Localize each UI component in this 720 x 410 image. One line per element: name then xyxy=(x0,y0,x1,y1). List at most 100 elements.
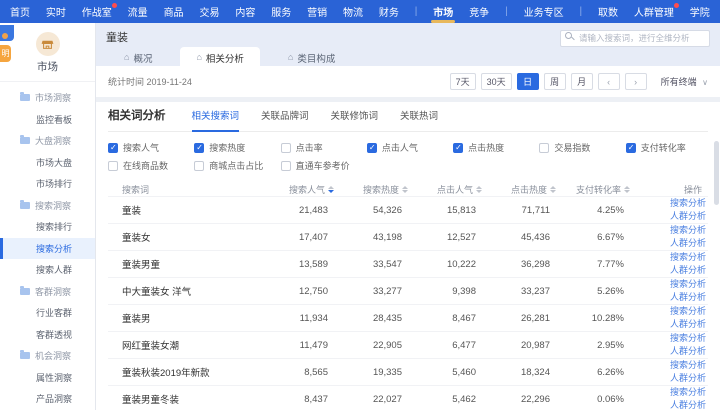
sidebar-item-label: 行业客群 xyxy=(36,306,72,319)
keyword-cell[interactable]: 童装男 xyxy=(108,311,276,325)
sidebar-item[interactable]: 市场大盘 xyxy=(0,152,95,174)
metric-checkbox[interactable]: 点击人气 xyxy=(367,141,449,154)
search-analysis-link[interactable]: 搜索分析 xyxy=(670,306,706,317)
sidebar-item[interactable]: 搜索人群 xyxy=(0,259,95,281)
sidebar-item[interactable]: 搜索排行 xyxy=(0,216,95,238)
panel-tab[interactable]: 关联热词 xyxy=(400,108,438,131)
terminal-dropdown[interactable]: 所有终端 ∨ xyxy=(661,75,708,88)
nav-item[interactable]: 实时 xyxy=(46,0,66,23)
search-input[interactable] xyxy=(560,30,710,47)
col-pay-conversion[interactable]: 支付转化率 xyxy=(572,183,646,196)
keyword-cell[interactable]: 中大童装女 洋气 xyxy=(108,284,276,298)
date-range-button[interactable]: 月 xyxy=(571,73,593,90)
nav-item[interactable]: 取数 xyxy=(598,0,618,23)
metric-checkbox[interactable]: 搜索人气 xyxy=(108,141,190,154)
crowd-analysis-link[interactable]: 人群分析 xyxy=(670,346,706,357)
nav-item[interactable]: 人群管理 xyxy=(634,0,674,23)
nav-item[interactable]: 交易 xyxy=(199,0,219,23)
search-analysis-link[interactable]: 搜索分析 xyxy=(670,252,706,263)
click-heat-value: 18,324 xyxy=(498,367,572,378)
sidebar-item[interactable]: 产品洞察 xyxy=(0,388,95,410)
search-analysis-link[interactable]: 搜索分析 xyxy=(670,225,706,236)
keyword-tab[interactable]: ⌂ 相关分析 xyxy=(180,47,259,69)
crowd-analysis-link[interactable]: 人群分析 xyxy=(670,373,706,384)
keyword-cell[interactable]: 童装 xyxy=(108,203,276,217)
sort-icon[interactable] xyxy=(550,186,556,193)
keyword-cell[interactable]: 童装女 xyxy=(108,230,276,244)
crowd-analysis-link[interactable]: 人群分析 xyxy=(670,211,706,222)
panel-tab[interactable]: 关联修饰词 xyxy=(331,108,379,131)
keyword-cell[interactable]: 童装男童冬装 xyxy=(108,392,276,406)
metric-checkbox[interactable]: 点击率 xyxy=(281,141,363,154)
crowd-analysis-link[interactable]: 人群分析 xyxy=(670,400,706,410)
date-range-button[interactable]: ‹ xyxy=(598,73,620,90)
keyword-cell[interactable]: 童装男童 xyxy=(108,257,276,271)
nav-item[interactable]: 物流 xyxy=(343,0,363,23)
tab-icon: ⌂ xyxy=(124,53,129,62)
nav-item[interactable]: 学院 xyxy=(690,0,710,23)
sidebar-item-label: 属性洞察 xyxy=(36,371,72,384)
sort-icon[interactable] xyxy=(476,186,482,193)
nav-item[interactable]: 商品 xyxy=(164,0,184,23)
actions-cell: 搜索分析 人群分析 xyxy=(646,387,708,410)
nav-item[interactable]: 内容 xyxy=(235,0,255,23)
metric-checkbox[interactable]: 交易指数 xyxy=(539,141,621,154)
nav-item[interactable]: 首页 xyxy=(10,0,30,23)
nav-item[interactable]: 市场 xyxy=(433,0,453,23)
metric-checkbox[interactable]: 支付转化率 xyxy=(626,141,708,154)
sidebar-item[interactable]: 搜索分析 xyxy=(0,238,95,260)
side-ribbon[interactable]: 明 xyxy=(0,45,11,62)
tab-label: 类目构成 xyxy=(297,51,335,65)
search-analysis-link[interactable]: 搜索分析 xyxy=(670,279,706,290)
crowd-analysis-link[interactable]: 人群分析 xyxy=(670,292,706,303)
sort-desc-icon[interactable] xyxy=(328,186,334,193)
col-search-heat[interactable]: 搜索热度 xyxy=(350,183,424,196)
metric-checkbox[interactable]: 在线商品数 xyxy=(108,159,190,172)
col-click-heat[interactable]: 点击热度 xyxy=(498,183,572,196)
date-range-button[interactable]: 日 xyxy=(517,73,539,90)
metric-checkbox[interactable]: 点击热度 xyxy=(453,141,535,154)
crowd-analysis-link[interactable]: 人群分析 xyxy=(670,238,706,249)
sidebar-item[interactable]: 市场排行 xyxy=(0,173,95,195)
col-search-popularity[interactable]: 搜索人气 xyxy=(276,183,350,196)
crowd-analysis-link[interactable]: 人群分析 xyxy=(670,265,706,276)
table-row: 网红童装女潮 11,479 22,905 6,477 20,987 2.95% … xyxy=(108,331,708,358)
sidebar-item[interactable]: 客群透视 xyxy=(0,324,95,346)
keyword-tab[interactable]: ⌂ 概况 xyxy=(108,47,168,69)
nav-item[interactable]: 营销 xyxy=(307,0,327,23)
sidebar-item[interactable]: 监控看板 xyxy=(0,109,95,131)
panel-tab[interactable]: 相关搜索词 xyxy=(192,108,240,132)
keyword-cell[interactable]: 童装秋装2019年新款 xyxy=(108,365,276,379)
nav-item[interactable]: 流量 xyxy=(128,0,148,23)
crowd-analysis-link[interactable]: 人群分析 xyxy=(670,319,706,330)
sort-icon[interactable] xyxy=(624,186,630,193)
panel-tab[interactable]: 关联品牌词 xyxy=(261,108,309,131)
keyword-tab[interactable]: ⌂ 类目构成 xyxy=(272,47,351,69)
search-analysis-link[interactable]: 搜索分析 xyxy=(670,333,706,344)
metric-checkbox[interactable]: 直通车参考价 xyxy=(281,159,363,172)
search-analysis-link[interactable]: 搜索分析 xyxy=(670,360,706,371)
metric-checkbox[interactable]: 搜索热度 xyxy=(194,141,276,154)
click-popularity-value: 5,462 xyxy=(424,394,498,405)
col-click-popularity[interactable]: 点击人气 xyxy=(424,183,498,196)
metric-checkbox[interactable]: 商城点击占比 xyxy=(194,159,276,172)
sort-icon[interactable] xyxy=(402,186,408,193)
nav-item[interactable]: 服务 xyxy=(271,0,291,23)
date-range-button[interactable]: 周 xyxy=(544,73,566,90)
nav-item[interactable]: 作战室 xyxy=(82,0,112,23)
sidebar-item[interactable]: 行业客群 xyxy=(0,302,95,324)
nav-item[interactable]: 业务专区 xyxy=(524,0,564,23)
nav-item[interactable]: 竞争 xyxy=(469,0,489,23)
date-range-button[interactable]: 30天 xyxy=(481,73,512,90)
sidebar-item-label: 客群洞察 xyxy=(35,285,71,298)
keyword-cell[interactable]: 网红童装女潮 xyxy=(108,338,276,352)
nav-item[interactable]: 财务 xyxy=(379,0,399,23)
search-popularity-value: 12,750 xyxy=(276,286,350,297)
date-range-button[interactable]: › xyxy=(625,73,647,90)
date-range-button[interactable]: 7天 xyxy=(450,73,476,90)
search-analysis-link[interactable]: 搜索分析 xyxy=(670,387,706,398)
pay-conversion-value: 4.25% xyxy=(572,205,646,216)
scrollbar[interactable] xyxy=(714,141,719,205)
sidebar-item[interactable]: 属性洞察 xyxy=(0,367,95,389)
search-analysis-link[interactable]: 搜索分析 xyxy=(670,198,706,209)
